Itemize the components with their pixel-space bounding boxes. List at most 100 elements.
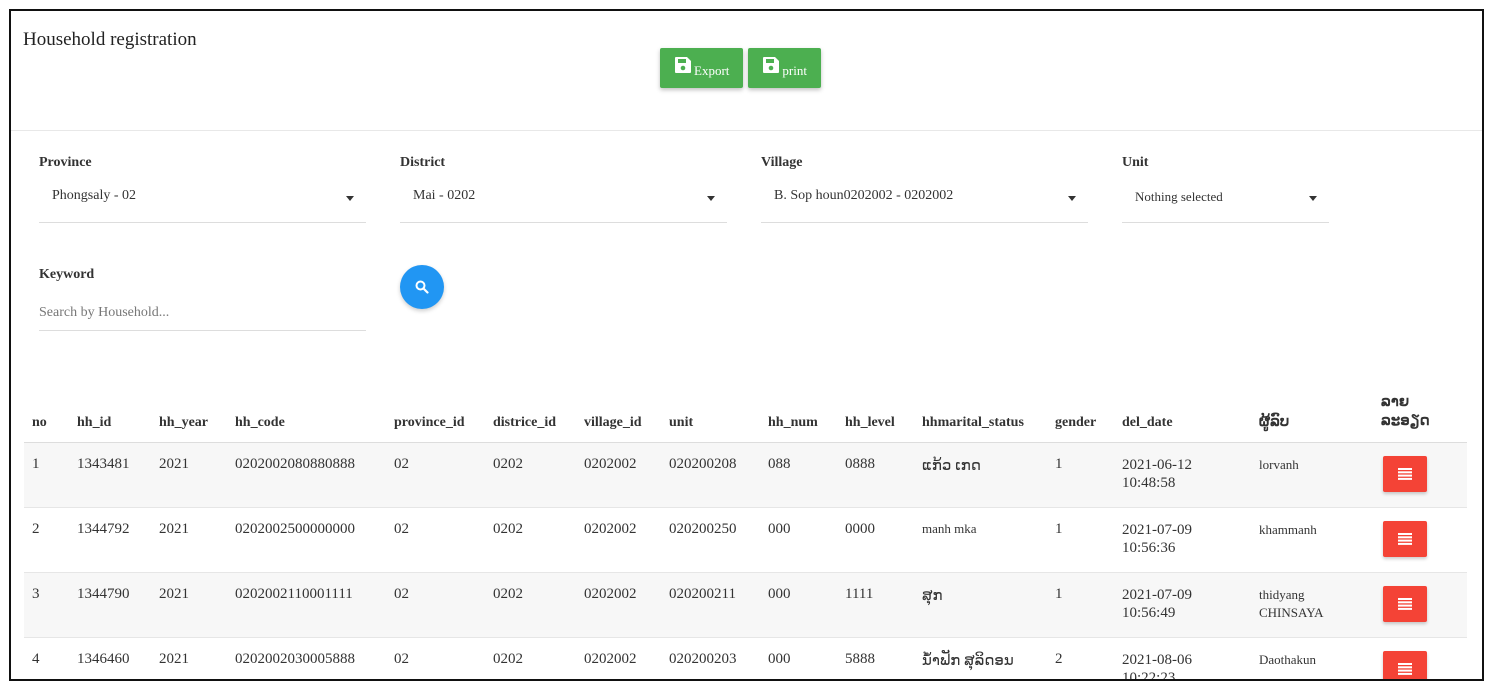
cell-hh-year: 2021	[159, 455, 189, 472]
col-hh-level: hh_level	[845, 414, 895, 430]
col-unit: unit	[669, 414, 694, 430]
chevron-down-icon	[1068, 196, 1076, 201]
col-details: ລາຍ ລະອຽດ	[1381, 393, 1430, 429]
cell-marital-status: ແກ້ວ ເກດ	[922, 457, 981, 474]
col-deleted-by: ຜູ້ລົບ	[1259, 413, 1290, 430]
col-hhmarital-status: hhmarital_status	[922, 414, 1024, 430]
cell-hh-year: 2021	[159, 520, 189, 537]
col-districe-id: districe_id	[493, 414, 556, 430]
unit-label: Unit	[1122, 155, 1149, 170]
cell-del-date: 2021-06-12 10:48:58	[1122, 456, 1192, 491]
cell-no: 2	[32, 520, 40, 537]
cell-unit: 020200203	[669, 650, 737, 667]
cell-hh-code: 0202002110001111	[235, 585, 353, 602]
cell-details	[1373, 572, 1467, 637]
export-label: Export	[694, 63, 730, 78]
cell-hh-year: 2021	[159, 650, 189, 667]
district-value: Mai - 0202	[413, 188, 476, 203]
cell-province-id: 02	[394, 455, 409, 472]
cell-details	[1373, 507, 1467, 572]
cell-province-id: 02	[394, 520, 409, 537]
cell-details	[1373, 637, 1467, 679]
village-select[interactable]: B. Sop houn0202002 - 0202002	[761, 185, 1088, 223]
detail-button[interactable]	[1383, 585, 1427, 622]
floppy-disk-icon	[763, 57, 780, 73]
cell-hh-level: 5888	[845, 650, 875, 667]
cell-province-id: 02	[394, 650, 409, 667]
detail-button[interactable]	[1383, 455, 1427, 492]
cell-hh-num: 000	[768, 650, 791, 667]
cell-village-id: 0202002	[584, 455, 637, 472]
district-label: District	[400, 155, 446, 170]
col-del-date: del_date	[1122, 414, 1173, 430]
cell-unit: 020200250	[669, 520, 737, 537]
cell-districe-id: 0202	[493, 650, 523, 667]
cell-marital-status: ນໍ້າຟັກ ສຸລິດອນ	[922, 652, 1014, 669]
detail-button[interactable]	[1383, 650, 1427, 679]
cell-hh-id: 1343481	[77, 455, 130, 472]
cell-hh-year: 2021	[159, 585, 189, 602]
cell-hh-code: 0202002080880888	[235, 455, 355, 472]
cell-del-date: 2021-07-09 10:56:36	[1122, 521, 1192, 556]
search-button[interactable]	[400, 265, 444, 309]
chevron-down-icon	[1309, 196, 1317, 201]
col-province-id: province_id	[394, 414, 465, 430]
col-hh-year: hh_year	[159, 414, 208, 430]
cell-details	[1373, 442, 1467, 507]
detail-button[interactable]	[1383, 520, 1427, 557]
list-icon	[1398, 597, 1412, 610]
unit-select[interactable]: Nothing selected	[1122, 185, 1329, 223]
cell-gender: 1	[1055, 455, 1063, 472]
village-field: Village B. Sop houn0202002 - 0202002	[761, 155, 1088, 223]
cell-unit: 020200211	[669, 585, 736, 602]
village-value: B. Sop houn0202002 - 0202002	[774, 188, 954, 203]
cell-hh-level: 0888	[845, 455, 875, 472]
cell-no: 1	[32, 455, 40, 472]
province-value: Phongsaly - 02	[52, 188, 136, 203]
chevron-down-icon	[707, 196, 715, 201]
village-label: Village	[761, 155, 803, 170]
cell-del-date: 2021-07-09 10:56:49	[1122, 586, 1192, 621]
chevron-down-icon	[346, 196, 354, 201]
app-frame: Household registration Export print Prov…	[9, 9, 1484, 681]
cell-village-id: 0202002	[584, 520, 637, 537]
print-button[interactable]: print	[748, 48, 821, 88]
page-title: Household registration	[23, 29, 197, 50]
col-hh-id: hh_id	[77, 414, 112, 430]
cell-village-id: 0202002	[584, 585, 637, 602]
cell-del-date: 2021-08-06 10:22:23	[1122, 651, 1192, 681]
cell-hh-id: 1346460	[77, 650, 130, 667]
toolbar: Export print	[660, 48, 821, 88]
export-button[interactable]: Export	[660, 48, 744, 88]
cell-province-id: 02	[394, 585, 409, 602]
list-icon	[1398, 532, 1412, 545]
table-row: 3 1344790 2021 0202002110001111 02 0202 …	[24, 572, 1467, 637]
cell-hh-level: 0000	[845, 520, 875, 537]
table-row: 1 1343481 2021 0202002080880888 02 0202 …	[24, 442, 1467, 507]
unit-field: Unit Nothing selected	[1122, 155, 1329, 223]
table-row: 2 1344792 2021 0202002500000000 02 0202 …	[24, 507, 1467, 572]
district-select[interactable]: Mai - 0202	[400, 185, 727, 223]
keyword-input[interactable]	[39, 295, 366, 331]
cell-village-id: 0202002	[584, 650, 637, 667]
print-label: print	[782, 63, 807, 78]
cell-hh-level: 1111	[845, 585, 874, 602]
table-row: 4 1346460 2021 0202002030005888 02 0202 …	[24, 637, 1467, 681]
cell-unit: 020200208	[669, 455, 737, 472]
cell-deleted-by: lorvanh	[1259, 456, 1299, 472]
cell-hh-code: 0202002500000000	[235, 520, 355, 537]
col-gender: gender	[1055, 414, 1097, 430]
cell-gender: 1	[1055, 520, 1063, 537]
household-table: no hh_id hh_year hh_code province_id dis…	[24, 383, 1467, 681]
cell-marital-status: ສຸກ	[922, 587, 943, 604]
table-header-row: no hh_id hh_year hh_code province_id dis…	[24, 383, 1467, 442]
cell-hh-code: 0202002030005888	[235, 650, 355, 667]
cell-gender: 1	[1055, 585, 1063, 602]
province-label: Province	[39, 155, 92, 170]
cell-no: 3	[32, 585, 40, 602]
list-icon	[1398, 467, 1412, 480]
col-village-id: village_id	[584, 414, 642, 430]
province-select[interactable]: Phongsaly - 02	[39, 185, 366, 223]
cell-districe-id: 0202	[493, 455, 523, 472]
search-icon	[415, 280, 429, 294]
